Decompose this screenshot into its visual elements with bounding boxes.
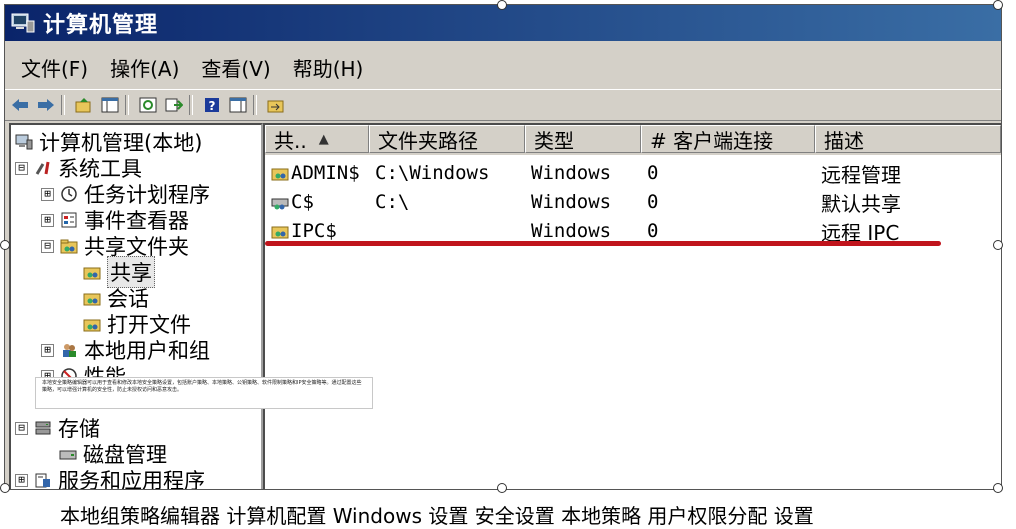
tree-item-open-files[interactable]: 打开文件 — [83, 311, 191, 337]
tree-item-root[interactable]: 计算机管理(本地) — [15, 129, 202, 155]
forward-icon[interactable] — [35, 94, 57, 116]
tree-item-task-scheduler[interactable]: ⊞ 任务计划程序 — [41, 181, 210, 207]
expand-icon[interactable]: ⊞ — [41, 213, 54, 227]
expand-icon[interactable]: ⊞ — [41, 343, 54, 357]
menu-bar: 文件(F) 操作(A) 查看(V) 帮助(H) — [5, 45, 1001, 90]
shares-list[interactable]: 共.. ▲ 文件夹路径 类型 # 客户端连接 描述 ADMIN$ C:\Wind… — [263, 123, 1001, 489]
column-header-share[interactable]: 共.. ▲ — [265, 125, 369, 153]
tree-item-system-tools[interactable]: ⊟ 系统工具 — [15, 155, 142, 181]
share-name-cell: ADMIN$ — [271, 159, 360, 187]
collapse-icon[interactable]: ⊟ — [15, 421, 28, 435]
resize-handle[interactable] — [993, 0, 1003, 10]
clients-cell: 0 — [647, 191, 659, 213]
toolbar: ? — [5, 89, 1001, 121]
shared-folder-icon — [83, 315, 101, 333]
resize-handle[interactable] — [497, 483, 507, 493]
menu-action[interactable]: 操作(A) — [110, 53, 179, 82]
back-icon[interactable] — [9, 94, 31, 116]
clients-cell: 0 — [647, 162, 659, 184]
help-icon[interactable]: ? — [201, 94, 223, 116]
computer-management-icon — [11, 12, 35, 34]
collapse-icon[interactable]: ⊟ — [41, 239, 54, 253]
tree-item-disk-management[interactable]: 磁盘管理 — [59, 441, 167, 467]
shared-folder-icon — [271, 222, 289, 240]
services-icon — [34, 471, 52, 489]
show-hide-tree-icon[interactable] — [99, 94, 121, 116]
expand-icon[interactable]: ⊞ — [41, 187, 54, 201]
sort-ascending-icon: ▲ — [318, 131, 329, 147]
refresh-icon[interactable] — [137, 94, 159, 116]
path-cell: C:\ — [375, 191, 410, 213]
toolbar-separator — [125, 95, 129, 115]
users-icon — [60, 341, 78, 359]
drive-share-icon — [271, 193, 289, 211]
menu-help[interactable]: 帮助(H) — [293, 53, 364, 82]
new-share-icon[interactable] — [265, 94, 287, 116]
tree-item-shares[interactable]: 共享 — [83, 256, 155, 288]
list-header: 共.. ▲ 文件夹路径 类型 # 客户端连接 描述 — [265, 125, 1001, 155]
clock-icon — [60, 185, 78, 203]
resize-handle[interactable] — [993, 483, 1003, 493]
resize-handle[interactable] — [497, 0, 507, 10]
type-cell: Windows — [531, 162, 612, 184]
disk-icon — [59, 445, 77, 463]
shared-folder-icon — [83, 263, 101, 281]
system-tools-icon — [34, 159, 52, 177]
storage-icon — [34, 419, 52, 437]
overlay-text-popup: 本地安全策略编辑器可以用于查看和修改本地安全策略设置，包括账户策略、本地策略、公… — [35, 377, 373, 409]
shared-folder-icon — [83, 289, 101, 307]
window-title: 计算机管理 — [43, 13, 159, 38]
column-header-path[interactable]: 文件夹路径 — [369, 125, 525, 153]
toolbar-separator — [61, 95, 65, 115]
annotation-underline — [265, 241, 941, 246]
up-icon[interactable] — [73, 94, 95, 116]
tree-item-local-users[interactable]: ⊞ 本地用户和组 — [41, 337, 210, 363]
title-bar[interactable]: 计算机管理 — [5, 5, 1001, 41]
toolbar-separator — [189, 95, 193, 115]
tree-item-event-viewer[interactable]: ⊞ 事件查看器 — [41, 207, 189, 233]
column-header-type[interactable]: 类型 — [525, 125, 641, 153]
tree-item-sessions[interactable]: 会话 — [83, 285, 149, 311]
tree-item-storage[interactable]: ⊟ 存储 — [15, 415, 100, 441]
computer-management-icon — [15, 133, 33, 151]
view-icon[interactable] — [227, 94, 249, 116]
resize-handle[interactable] — [0, 240, 10, 250]
tree-item-services-apps[interactable]: ⊞ 服务和应用程序 — [15, 467, 205, 489]
resize-handle[interactable] — [993, 240, 1003, 250]
export-icon[interactable] — [163, 94, 185, 116]
column-header-clients[interactable]: # 客户端连接 — [641, 125, 815, 153]
document-caption-text: 本地组策略编辑器 计算机配置 Windows 设置 安全设置 本地策略 用户权限… — [60, 504, 814, 528]
menu-view[interactable]: 查看(V) — [201, 53, 270, 82]
console-tree[interactable]: 计算机管理(本地) ⊟ 系统工具 ⊞ 任务计划程序 ⊞ 事件查看器 ⊟ 共享文件… — [9, 123, 263, 489]
event-viewer-icon — [60, 211, 78, 229]
share-name-cell: C$ — [271, 188, 314, 216]
type-cell: Windows — [531, 191, 612, 213]
table-row[interactable]: C$ C:\ Windows 0 默认共享 — [265, 188, 1001, 216]
expand-icon[interactable]: ⊞ — [15, 473, 28, 487]
column-header-description[interactable]: 描述 — [815, 125, 1001, 153]
table-row[interactable]: ADMIN$ C:\Windows Windows 0 远程管理 — [265, 159, 1001, 187]
svg-text:?: ? — [209, 99, 216, 113]
shared-folder-icon — [271, 164, 289, 182]
collapse-icon[interactable]: ⊟ — [15, 161, 28, 175]
resize-handle[interactable] — [0, 483, 10, 493]
description-cell: 远程管理 — [821, 162, 901, 187]
shared-folder-icon — [60, 237, 78, 255]
computer-management-window: 计算机管理 文件(F) 操作(A) 查看(V) 帮助(H) ? 计算机管理(本地… — [4, 4, 1002, 490]
menu-file[interactable]: 文件(F) — [21, 53, 88, 82]
description-cell: 默认共享 — [821, 191, 901, 216]
toolbar-separator — [253, 95, 257, 115]
path-cell: C:\Windows — [375, 162, 490, 184]
